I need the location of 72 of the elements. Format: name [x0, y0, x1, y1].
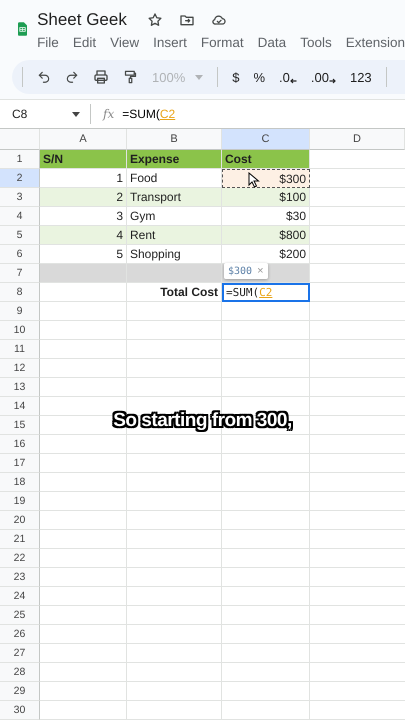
- mouse-pointer-icon: [248, 172, 260, 188]
- menu-item[interactable]: Extension: [346, 35, 405, 50]
- menu-item[interactable]: File: [37, 35, 59, 50]
- row-number[interactable]: 30: [0, 701, 40, 720]
- table-cell: Cost: [222, 150, 310, 169]
- undo-icon[interactable]: [37, 70, 51, 84]
- dropdown-caret-icon[interactable]: [72, 112, 80, 116]
- left-arrow-icon: [290, 78, 297, 84]
- formula-input[interactable]: =SUM(C2: [122, 107, 176, 121]
- menu-item[interactable]: Edit: [72, 35, 96, 50]
- table-cell: Expense: [127, 150, 222, 169]
- row-number[interactable]: 18: [0, 473, 40, 492]
- row-number[interactable]: 7: [0, 264, 40, 283]
- video-caption: So starting from 300,: [113, 410, 292, 431]
- row-number[interactable]: 27: [0, 644, 40, 663]
- paint-roller-icon[interactable]: [123, 69, 138, 85]
- column-header[interactable]: C: [222, 129, 310, 150]
- table-cell: S/N: [40, 150, 127, 169]
- table-cell: 4: [40, 226, 127, 245]
- row-number[interactable]: 14: [0, 397, 40, 416]
- row-number[interactable]: 4: [0, 207, 40, 226]
- redo-icon[interactable]: [65, 70, 79, 84]
- row-number[interactable]: 16: [0, 435, 40, 454]
- menu-item[interactable]: Tools: [300, 35, 332, 50]
- row-number[interactable]: 21: [0, 530, 40, 549]
- hint-value: $300: [228, 266, 252, 276]
- print-icon[interactable]: [93, 69, 109, 85]
- row-number[interactable]: 9: [0, 302, 40, 321]
- row-number[interactable]: 6: [0, 245, 40, 264]
- row-number[interactable]: 23: [0, 568, 40, 587]
- row-number[interactable]: 3: [0, 188, 40, 207]
- star-icon[interactable]: [146, 12, 163, 28]
- row-number[interactable]: 29: [0, 682, 40, 701]
- format-button[interactable]: %: [253, 70, 266, 84]
- fx-label: fx: [103, 107, 114, 121]
- row-number[interactable]: 5: [0, 226, 40, 245]
- row-number[interactable]: 20: [0, 511, 40, 530]
- table-cell: 2: [40, 188, 127, 207]
- row-number[interactable]: 17: [0, 454, 40, 473]
- menu-item[interactable]: View: [110, 35, 140, 50]
- row-number[interactable]: 2: [0, 169, 40, 188]
- row-number[interactable]: 11: [0, 340, 40, 359]
- column-header[interactable]: D: [310, 129, 405, 150]
- row-number[interactable]: 15: [0, 416, 40, 435]
- row-number[interactable]: 13: [0, 378, 40, 397]
- table-cell: $100: [222, 188, 310, 207]
- menu-item[interactable]: Data: [258, 35, 286, 50]
- row-number[interactable]: 24: [0, 587, 40, 606]
- row-number[interactable]: 25: [0, 606, 40, 625]
- row-number[interactable]: 26: [0, 625, 40, 644]
- row-number[interactable]: 1: [0, 150, 40, 169]
- menu-item[interactable]: Format: [200, 35, 244, 50]
- menu-item[interactable]: Insert: [153, 35, 187, 50]
- format-button[interactable]: 123: [350, 70, 372, 84]
- row-number[interactable]: 19: [0, 492, 40, 511]
- increase-decimal-button[interactable]: .00: [310, 70, 336, 84]
- decrease-decimal-button[interactable]: .0: [279, 70, 297, 84]
- table-cell: $300: [222, 169, 310, 188]
- name-box[interactable]: C8: [0, 107, 72, 121]
- format-button[interactable]: $: [232, 70, 240, 84]
- document-title[interactable]: Sheet Geek: [37, 10, 127, 30]
- table-cell: $800: [222, 226, 310, 245]
- row-number[interactable]: 10: [0, 321, 40, 340]
- table-cell: Rent: [127, 226, 222, 245]
- row-number[interactable]: 28: [0, 663, 40, 682]
- row-number[interactable]: 8: [0, 283, 40, 302]
- row-number[interactable]: 22: [0, 549, 40, 568]
- right-arrow-icon: [328, 78, 336, 84]
- column-header[interactable]: A: [40, 129, 127, 150]
- column-header[interactable]: B: [127, 129, 222, 150]
- table-cell: Transport: [127, 188, 222, 207]
- row-number[interactable]: 12: [0, 359, 40, 378]
